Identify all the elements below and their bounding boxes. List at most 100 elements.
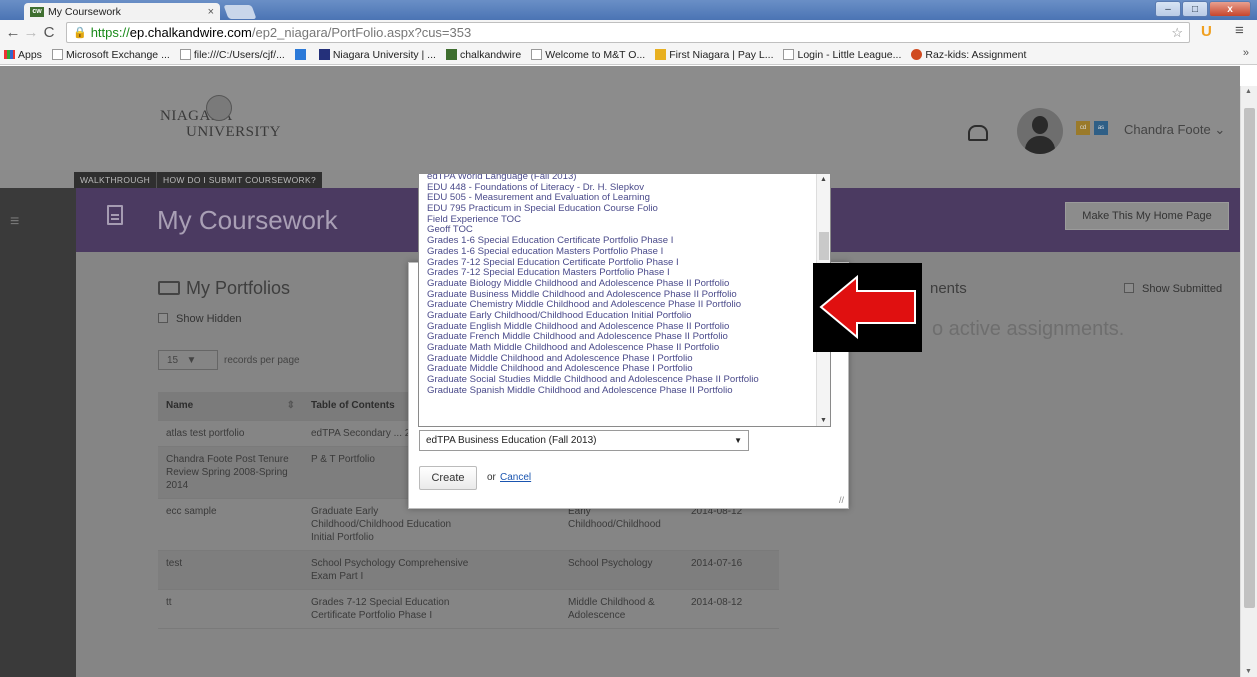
bookmark-item[interactable]: Microsoft Exchange ... bbox=[51, 49, 170, 61]
show-hidden-checkbox[interactable]: Show Hidden bbox=[158, 313, 241, 325]
new-tab-button[interactable] bbox=[223, 5, 257, 19]
address-bar[interactable]: 🔒 https://ep.chalkandwire.com/ep2_niagar… bbox=[66, 22, 1190, 43]
url-domain: ep.chalkandwire.com bbox=[129, 25, 252, 40]
dropdown-option[interactable]: EDU 448 - Foundations of Literacy - Dr. … bbox=[427, 183, 819, 194]
chalkandwire-favicon-icon: cw bbox=[30, 6, 44, 17]
lock-icon: 🔒 bbox=[73, 27, 87, 39]
tab-close-icon[interactable]: × bbox=[208, 6, 214, 18]
table-cell-name: test bbox=[158, 550, 303, 590]
bookmark-item[interactable]: Raz-kids: Assignment bbox=[911, 49, 1026, 61]
dropdown-option[interactable]: Graduate Business Middle Childhood and A… bbox=[427, 290, 819, 301]
dropdown-option[interactable]: Graduate Middle Childhood and Adolescenc… bbox=[427, 354, 819, 365]
bookmark-item[interactable]: Welcome to M&T O... bbox=[531, 49, 645, 61]
page-icon bbox=[783, 49, 795, 60]
table-row[interactable]: tt Grades 7-12 Special Education Certific… bbox=[158, 589, 779, 629]
close-window-button[interactable]: x bbox=[1209, 1, 1251, 17]
extension-shield-icon[interactable]: U bbox=[1201, 23, 1212, 40]
forward-arrow-icon[interactable]: → bbox=[22, 24, 40, 41]
scroll-up-icon[interactable]: ▲ bbox=[820, 176, 827, 183]
checkbox-icon[interactable] bbox=[158, 313, 168, 323]
minimize-button[interactable]: – bbox=[1155, 1, 1181, 17]
bookmark-item[interactable]: file:///C:/Users/cjf/... bbox=[179, 49, 285, 61]
avatar[interactable] bbox=[1017, 108, 1063, 154]
bookmark-item[interactable]: Niagara University | ... bbox=[318, 49, 436, 61]
hamburger-menu-icon[interactable]: ≡ bbox=[10, 213, 19, 231]
bookmark-item[interactable] bbox=[294, 49, 309, 60]
table-cell-c3 bbox=[478, 550, 560, 590]
records-per-page: 15 ▼ records per page bbox=[158, 350, 300, 370]
toc-dropdown-list[interactable]: edTPA World Language (Fall 2013) EDU 448 … bbox=[418, 173, 831, 427]
how-to-submit-link[interactable]: HOW DO I SUBMIT COURSEWORK? bbox=[156, 172, 322, 188]
dropdown-option[interactable]: Field Experience TOC bbox=[427, 215, 819, 226]
menu-icon[interactable]: ≡ bbox=[1235, 22, 1244, 39]
toc-select[interactable]: edTPA Business Education (Fall 2013) ▼ bbox=[419, 430, 749, 451]
reload-icon[interactable]: C bbox=[40, 24, 58, 41]
assignments-heading: nents bbox=[930, 280, 967, 297]
bookmark-item[interactable]: chalkandwire bbox=[445, 49, 521, 61]
dropdown-option[interactable]: Graduate English Middle Childhood and Ad… bbox=[427, 322, 819, 333]
dropdown-option[interactable]: Graduate Chemistry Middle Childhood and … bbox=[427, 300, 819, 311]
apps-icon bbox=[4, 50, 15, 59]
walkthrough-link[interactable]: WALKTHROUGH bbox=[74, 172, 156, 188]
scroll-up-icon[interactable]: ▲ bbox=[1245, 88, 1252, 95]
show-submitted-checkbox[interactable]: Show Submitted bbox=[1124, 283, 1222, 295]
create-button[interactable]: Create bbox=[419, 466, 477, 490]
dropdown-option[interactable]: Geoff TOC bbox=[427, 225, 819, 236]
cancel-link[interactable]: Cancel bbox=[500, 472, 531, 483]
dropdown-option[interactable]: Graduate Social Studies Middle Childhood… bbox=[427, 375, 819, 386]
dropdown-option[interactable]: Graduate Middle Childhood and Adolescenc… bbox=[427, 364, 819, 375]
bookmark-item[interactable]: Login - Little League... bbox=[783, 49, 901, 61]
dropdown-option[interactable]: EDU 505 - Measurement and Evaluation of … bbox=[427, 193, 819, 204]
table-cell-name: ecc sample bbox=[158, 498, 303, 551]
bookmarks-bar: Apps Microsoft Exchange ... file:///C:/Use… bbox=[0, 45, 1257, 65]
table-cell-c5: 2014-08-12 bbox=[683, 589, 779, 629]
bookmarks-overflow-icon[interactable]: » bbox=[1243, 47, 1249, 59]
niagara-icon bbox=[318, 49, 330, 60]
records-per-page-select[interactable]: 15 ▼ bbox=[158, 350, 218, 370]
bookmark-item[interactable]: First Niagara | Pay L... bbox=[655, 49, 773, 61]
dropdown-option[interactable]: Grades 1-6 Special education Masters Por… bbox=[427, 247, 819, 258]
document-icon bbox=[107, 205, 123, 225]
tab-title: My Coursework bbox=[48, 5, 121, 18]
dropdown-option[interactable]: Graduate Biology Middle Childhood and Ad… bbox=[427, 279, 819, 290]
sort-icon[interactable]: ⇕ bbox=[287, 399, 295, 412]
book-icon bbox=[158, 281, 180, 295]
table-cell-name: atlas test portfolio bbox=[158, 420, 303, 447]
dropdown-option[interactable]: Grades 1-6 Special Education Certificate… bbox=[427, 236, 819, 247]
caret-down-icon: ▼ bbox=[186, 354, 197, 366]
badge-as[interactable]: as bbox=[1094, 121, 1108, 135]
inbox-icon[interactable] bbox=[968, 125, 988, 141]
resize-grip-icon[interactable]: // bbox=[839, 495, 844, 505]
bookmark-item[interactable]: Apps bbox=[4, 49, 42, 61]
dropdown-scrollbar-thumb[interactable] bbox=[819, 232, 829, 260]
table-cell-c4: School Psychology bbox=[560, 550, 683, 590]
maximize-button[interactable]: □ bbox=[1182, 1, 1208, 17]
dropdown-option[interactable]: edTPA World Language (Fall 2013) bbox=[427, 174, 819, 183]
chalkandwire-icon bbox=[445, 49, 457, 60]
checkbox-icon[interactable] bbox=[1124, 283, 1134, 293]
caret-down-icon: ▼ bbox=[734, 436, 742, 445]
dropdown-option[interactable]: Graduate Early Childhood/Childhood Educa… bbox=[427, 311, 819, 322]
dropdown-option[interactable]: Grades 7-12 Special Education Masters Po… bbox=[427, 268, 819, 279]
no-assignments-message: o active assignments. bbox=[932, 318, 1125, 340]
table-row[interactable]: test School Psychology Comprehensive Exam… bbox=[158, 550, 779, 590]
back-arrow-icon[interactable]: ← bbox=[4, 24, 22, 41]
annotation-arrow bbox=[813, 263, 922, 352]
column-header-name[interactable]: Name ⇕ bbox=[158, 392, 303, 421]
badge-cd[interactable]: cd bbox=[1076, 121, 1090, 135]
scrollbar-thumb[interactable] bbox=[1244, 108, 1255, 608]
page-scrollbar[interactable]: ▲ ▼ bbox=[1240, 86, 1257, 677]
scroll-down-icon[interactable]: ▼ bbox=[820, 417, 827, 424]
dropdown-option[interactable]: Graduate French Middle Childhood and Ado… bbox=[427, 332, 819, 343]
dropdown-option[interactable]: Graduate Spanish Middle Childhood and Ad… bbox=[427, 386, 819, 397]
dropdown-option[interactable]: Graduate Math Middle Childhood and Adole… bbox=[427, 343, 819, 354]
browser-tab[interactable]: cw My Coursework × bbox=[24, 3, 220, 20]
dropdown-option[interactable]: EDU 795 Practicum in Special Education C… bbox=[427, 204, 819, 215]
page-title: My Coursework bbox=[157, 205, 338, 235]
page-icon bbox=[51, 49, 63, 60]
dropdown-option[interactable]: Grades 7-12 Special Education Certificat… bbox=[427, 258, 819, 269]
user-menu[interactable]: Chandra Foote ⌄ bbox=[1124, 122, 1225, 138]
bookmark-star-icon[interactable]: ☆ bbox=[1171, 25, 1183, 41]
scroll-down-icon[interactable]: ▼ bbox=[1245, 668, 1252, 675]
make-home-page-button[interactable]: Make This My Home Page bbox=[1065, 202, 1229, 230]
